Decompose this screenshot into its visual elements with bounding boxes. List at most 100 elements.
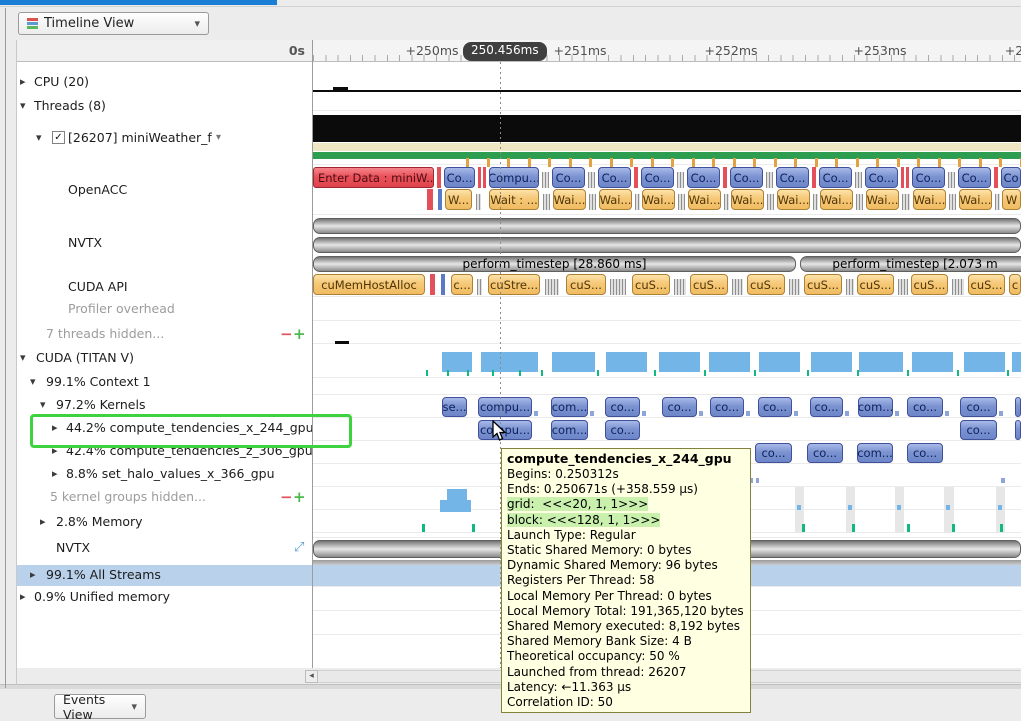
- tree-item-openacc[interactable]: OpenACC: [68, 181, 127, 199]
- tree-item-cpu-20[interactable]: CPU (20): [34, 73, 89, 91]
- panel-splitter[interactable]: [312, 40, 313, 668]
- timeline-event-block[interactable]: Co...: [444, 167, 475, 188]
- tree-expand-arrow[interactable]: ▸: [20, 589, 26, 605]
- thread-options-caret[interactable]: ▾: [216, 130, 221, 146]
- timeline-event-block[interactable]: Wai...: [959, 189, 992, 210]
- timeline-event-block[interactable]: co...: [755, 443, 792, 463]
- timeline-event-block[interactable]: com...: [551, 420, 588, 440]
- remove-filter-icon[interactable]: −: [280, 489, 293, 505]
- timeline-event-block[interactable]: perform_timestep [2.073 m: [800, 256, 1021, 272]
- timeline-event-block[interactable]: Wai...: [777, 189, 810, 210]
- timeline-event-block[interactable]: compu...: [478, 397, 532, 417]
- ruler-tick-label: +253ms: [853, 43, 906, 58]
- timeline-event-block[interactable]: co...: [605, 397, 640, 417]
- tree-item-26207-miniweather-f[interactable]: [26207] miniWeather_f: [68, 129, 212, 147]
- timeline-event-block[interactable]: co...: [810, 397, 843, 417]
- timeline-event-block[interactable]: c...: [451, 274, 473, 295]
- timeline-event-block[interactable]: Co...: [730, 167, 763, 188]
- timeline-event-block[interactable]: cuS...: [968, 274, 1005, 295]
- tree-expand-arrow[interactable]: ▸: [52, 466, 58, 482]
- timeline-event-block[interactable]: W: [1002, 189, 1021, 210]
- timeline-event-block[interactable]: Co...: [598, 167, 631, 188]
- timeline-event-block[interactable]: cuS...: [566, 274, 606, 295]
- tree-expand-arrow[interactable]: ▾: [36, 130, 42, 146]
- timeline-event-block[interactable]: Wai...: [642, 189, 675, 210]
- add-filter-icon[interactable]: +: [293, 326, 306, 342]
- timeline-event-block[interactable]: Co...: [912, 167, 945, 188]
- tree-expand-arrow[interactable]: ▸: [30, 567, 36, 583]
- timeline-event-block[interactable]: Wait : ...: [489, 189, 539, 210]
- timeline-event-block[interactable]: se...: [442, 397, 467, 417]
- timeline-event-block[interactable]: Co...: [687, 167, 720, 188]
- timeline-event-block[interactable]: co...: [960, 397, 997, 417]
- tree-expand-arrow[interactable]: ▸: [20, 74, 26, 90]
- timeline-event-block[interactable]: Wai...: [820, 189, 853, 210]
- timeline-event-block[interactable]: Wai...: [599, 189, 632, 210]
- tree-item-0-9-unified-memory[interactable]: 0.9% Unified memory: [34, 588, 170, 606]
- timeline-event-block[interactable]: cuS...: [857, 274, 894, 295]
- timeline-event-block[interactable]: co...: [662, 397, 697, 417]
- tree-item-nvtx[interactable]: NVTX: [56, 539, 90, 557]
- timeline-event-block[interactable]: Wai...: [866, 189, 899, 210]
- tree-item-cuda-titan-v[interactable]: CUDA (TITAN V): [36, 349, 134, 367]
- tree-expand-arrow[interactable]: ▾: [40, 397, 46, 413]
- tree-item-profiler-overhead[interactable]: Profiler overhead: [68, 300, 175, 318]
- timeline-event-block[interactable]: co...: [960, 420, 997, 440]
- timeline-event-block[interactable]: co...: [710, 397, 744, 417]
- timeline-event-block[interactable]: Co...: [641, 167, 674, 188]
- timeline-event-block[interactable]: Co...: [776, 167, 809, 188]
- timeline-event-block[interactable]: cuS...: [747, 274, 785, 295]
- tree-expand-arrow[interactable]: ▾: [20, 98, 26, 114]
- timeline-event-block[interactable]: Co...: [552, 167, 585, 188]
- timeline-event-block[interactable]: Enter Data : miniW...: [313, 167, 434, 188]
- timeline-event-block[interactable]: co...: [605, 420, 640, 440]
- timeline-event-block[interactable]: cuStre...: [488, 274, 540, 295]
- events-view-dropdown[interactable]: Events View ▾: [54, 694, 146, 719]
- tree-expand-arrow[interactable]: ▾: [30, 374, 36, 390]
- timeline-event-block[interactable]: Wai...: [553, 189, 586, 210]
- timeline-event-block[interactable]: perform_timestep [28.860 ms]: [313, 256, 796, 272]
- timeline-event-block[interactable]: co...: [807, 443, 843, 463]
- timeline-event-block[interactable]: W...: [445, 189, 472, 210]
- timeline-event-block[interactable]: Compu...: [489, 167, 539, 188]
- timeline-event-block[interactable]: Wai...: [731, 189, 764, 210]
- timeline-mark: [815, 158, 818, 167]
- tree-item-99-1-context-1[interactable]: 99.1% Context 1: [46, 373, 151, 391]
- tree-item-cuda-api[interactable]: CUDA API: [68, 278, 128, 296]
- timeline-event-block[interactable]: Co...: [865, 167, 898, 188]
- tree-expand-arrow[interactable]: ▸: [40, 514, 46, 530]
- timeline-event-block[interactable]: com...: [551, 397, 588, 417]
- timeline-event-block[interactable]: Co...: [958, 167, 991, 188]
- tree-item-7-threads-hidden[interactable]: 7 threads hidden...: [46, 325, 164, 343]
- timeline-event-block[interactable]: c: [1009, 274, 1021, 295]
- remove-filter-icon[interactable]: −: [280, 326, 293, 342]
- scroll-left-button[interactable]: ◂: [305, 670, 318, 683]
- timeline-event-block[interactable]: Co...: [819, 167, 852, 188]
- expand-row-icon[interactable]: ⤢: [294, 541, 304, 555]
- tree-item-8-8-set-halo-values-x-366-gpu[interactable]: 8.8% set_halo_values_x_366_gpu: [66, 465, 275, 483]
- view-selector-dropdown[interactable]: Timeline View ▾: [18, 12, 209, 35]
- tree-item-threads-8[interactable]: Threads (8): [34, 97, 106, 115]
- timeline-event-block[interactable]: Co: [1001, 167, 1021, 188]
- timeline-event-block[interactable]: cuS...: [690, 274, 728, 295]
- tree-item-nvtx[interactable]: NVTX: [68, 234, 102, 252]
- tree-item-99-1-all-streams[interactable]: 99.1% All Streams: [46, 566, 161, 584]
- timeline-event-block[interactable]: co...: [907, 397, 943, 417]
- timeline-event-block[interactable]: co...: [758, 397, 792, 417]
- tree-expand-arrow[interactable]: ▾: [20, 350, 26, 366]
- timeline-event-block[interactable]: cuS...: [804, 274, 842, 295]
- timeline-event-block[interactable]: co...: [907, 443, 943, 463]
- tree-item-97-2-kernels[interactable]: 97.2% Kernels: [56, 396, 145, 414]
- thread-checkbox[interactable]: ✓: [52, 131, 65, 144]
- timeline-event-block[interactable]: Wai...: [913, 189, 946, 210]
- tree-item-5-kernel-groups-hidden[interactable]: 5 kernel groups hidden...: [50, 488, 206, 506]
- time-ruler[interactable]: +250ms+251ms+252ms+253ms+2: [313, 40, 1021, 62]
- timeline-event-block[interactable]: com...: [858, 397, 893, 417]
- timeline-event-block[interactable]: cuS...: [911, 274, 948, 295]
- tree-item-2-8-memory[interactable]: 2.8% Memory: [56, 513, 143, 531]
- timeline-event-block[interactable]: com...: [857, 443, 893, 463]
- timeline-event-block[interactable]: Wai...: [688, 189, 721, 210]
- timeline-event-block[interactable]: cuS...: [632, 274, 670, 295]
- timeline-event-block[interactable]: cuMemHostAlloc: [313, 274, 425, 295]
- add-filter-icon[interactable]: +: [293, 489, 306, 505]
